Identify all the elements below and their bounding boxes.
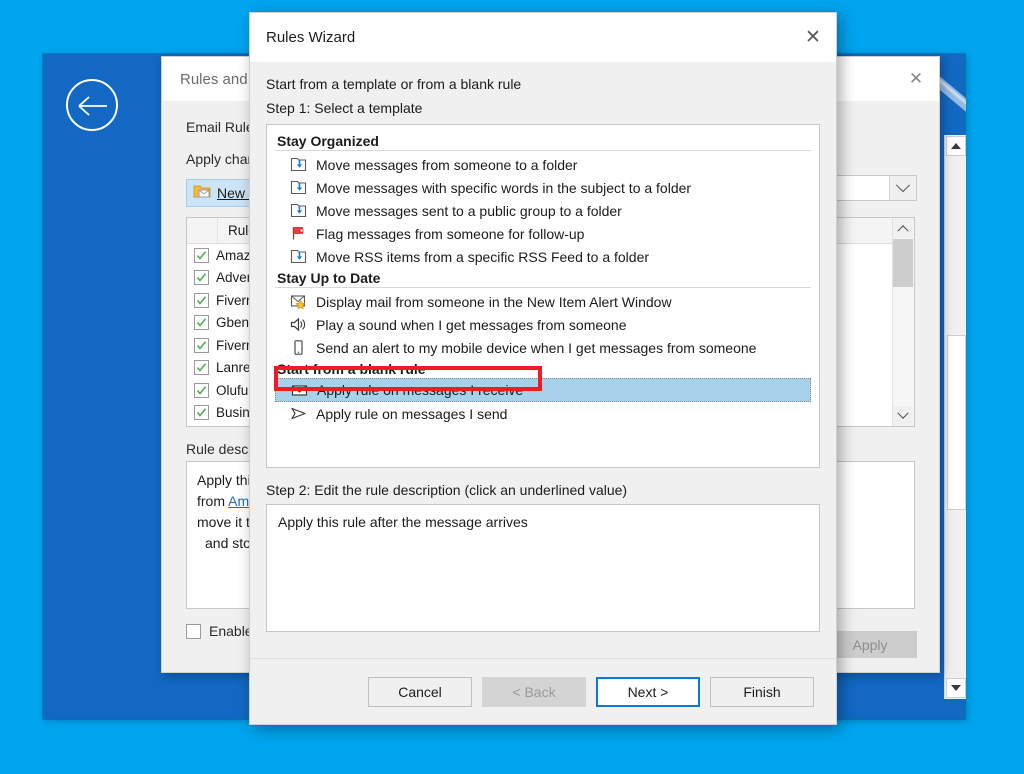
scroll-up-button[interactable] bbox=[946, 136, 966, 156]
finish-button[interactable]: Finish bbox=[710, 676, 814, 707]
template-item[interactable]: Move messages sent to a public group to … bbox=[275, 199, 811, 222]
chevron-up-icon bbox=[897, 225, 909, 237]
rules-list-scrollbar[interactable] bbox=[892, 218, 914, 426]
alert-window-icon bbox=[289, 293, 307, 311]
template-item[interactable]: Apply rule on messages I send bbox=[275, 402, 811, 425]
enable-rule-checkbox[interactable] bbox=[186, 623, 201, 639]
back-button[interactable] bbox=[66, 79, 118, 131]
wizard-titlebar: Rules Wizard ✕ bbox=[250, 13, 836, 62]
template-group-heading: Stay Up to Date bbox=[275, 268, 811, 288]
template-item-label: Send an alert to my mobile device when I… bbox=[316, 339, 757, 356]
move-to-folder-icon bbox=[289, 248, 307, 266]
template-item[interactable]: Move messages from someone to a folder bbox=[275, 153, 811, 176]
template-item[interactable]: Move messages with specific words in the… bbox=[275, 176, 811, 199]
triangle-down-icon bbox=[951, 685, 961, 691]
template-item-label: Apply rule on messages I send bbox=[316, 405, 508, 422]
template-item-label: Move messages from someone to a folder bbox=[316, 156, 578, 173]
rules-scroll-down-button[interactable] bbox=[893, 406, 913, 426]
rule-enabled-checkbox[interactable] bbox=[194, 360, 209, 376]
rule-enabled-checkbox[interactable] bbox=[194, 315, 209, 331]
rules-wizard-dialog: Rules Wizard ✕ Start from a template or … bbox=[249, 12, 837, 725]
backstage-scrollbar[interactable] bbox=[944, 135, 966, 699]
next-button[interactable]: Next > bbox=[596, 676, 700, 707]
wizard-intro-text: Start from a template or from a blank ru… bbox=[266, 76, 522, 92]
envelope-icon bbox=[290, 381, 308, 399]
template-item[interactable]: Display mail from someone in the New Ite… bbox=[275, 290, 811, 313]
template-item-label: Move RSS items from a specific RSS Feed … bbox=[316, 248, 650, 265]
send-icon bbox=[289, 405, 307, 423]
back-button: < Back bbox=[482, 676, 586, 707]
flag-icon bbox=[289, 225, 307, 243]
template-item-label: Flag messages from someone for follow-up bbox=[316, 225, 585, 242]
template-listbox[interactable]: Stay Organized Move messages from someone… bbox=[266, 124, 820, 468]
rules-header-checkbox-col bbox=[187, 218, 218, 243]
scroll-down-button[interactable] bbox=[946, 678, 966, 698]
triangle-up-icon bbox=[951, 143, 961, 149]
wizard-title: Rules Wizard bbox=[266, 29, 356, 46]
template-group-heading: Start from a blank rule bbox=[277, 361, 426, 377]
wizard-step2-label: Step 2: Edit the rule description (click… bbox=[266, 482, 628, 498]
template-item-label: Apply rule on messages I receive bbox=[317, 382, 524, 398]
wizard-body: Start from a template or from a blank ru… bbox=[250, 62, 836, 632]
template-groups-container: Stay Organized Move messages from someone… bbox=[275, 131, 811, 425]
template-item-label: Play a sound when I get messages from so… bbox=[316, 316, 627, 333]
mobile-device-icon bbox=[289, 339, 307, 357]
rules-dialog-close-icon[interactable]: ✕ bbox=[893, 57, 939, 101]
move-to-folder-icon bbox=[289, 179, 307, 197]
rule-enabled-checkbox[interactable] bbox=[194, 382, 209, 398]
rule-enabled-checkbox[interactable] bbox=[194, 292, 209, 308]
screen: Rules and A ✕ Email Rules Apply chan New… bbox=[0, 0, 1024, 774]
rule-enabled-checkbox[interactable] bbox=[194, 405, 209, 421]
wizard-footer: Cancel < Back Next > Finish bbox=[250, 658, 836, 724]
scrollbar-thumb[interactable] bbox=[947, 335, 966, 510]
cancel-button[interactable]: Cancel bbox=[368, 676, 472, 707]
new-rule-icon bbox=[193, 184, 211, 202]
template-item[interactable]: Send an alert to my mobile device when I… bbox=[275, 336, 811, 359]
template-item[interactable]: Move RSS items from a specific RSS Feed … bbox=[275, 245, 811, 268]
rule-enabled-checkbox[interactable] bbox=[194, 270, 209, 286]
move-to-folder-icon bbox=[289, 156, 307, 174]
rule-description-editor[interactable]: Apply this rule after the message arrive… bbox=[266, 504, 820, 632]
template-item[interactable]: Play a sound when I get messages from so… bbox=[275, 313, 811, 336]
chevron-down-icon bbox=[897, 407, 909, 419]
wizard-close-icon[interactable]: ✕ bbox=[790, 13, 836, 62]
chevron-down-icon[interactable] bbox=[889, 176, 916, 200]
rule-enabled-checkbox[interactable] bbox=[194, 337, 209, 353]
template-group-heading: Stay Organized bbox=[275, 131, 811, 151]
apply-button[interactable]: Apply bbox=[823, 631, 917, 658]
rules-scrollbar-thumb[interactable] bbox=[893, 239, 913, 287]
move-to-folder-icon bbox=[289, 202, 307, 220]
template-item[interactable]: Apply rule on messages I receive bbox=[275, 378, 811, 402]
speaker-icon bbox=[289, 316, 307, 334]
template-item-label: Display mail from someone in the New Ite… bbox=[316, 293, 672, 310]
wizard-step1-label: Step 1: Select a template bbox=[266, 100, 423, 116]
rule-enabled-checkbox[interactable] bbox=[194, 247, 209, 263]
template-item-label: Move messages sent to a public group to … bbox=[316, 202, 622, 219]
rules-scroll-up-button[interactable] bbox=[893, 218, 913, 238]
template-item[interactable]: Flag messages from someone for follow-up bbox=[275, 222, 811, 245]
rule-description-text: Apply this rule after the message arrive… bbox=[278, 514, 528, 530]
template-item-label: Move messages with specific words in the… bbox=[316, 179, 692, 196]
